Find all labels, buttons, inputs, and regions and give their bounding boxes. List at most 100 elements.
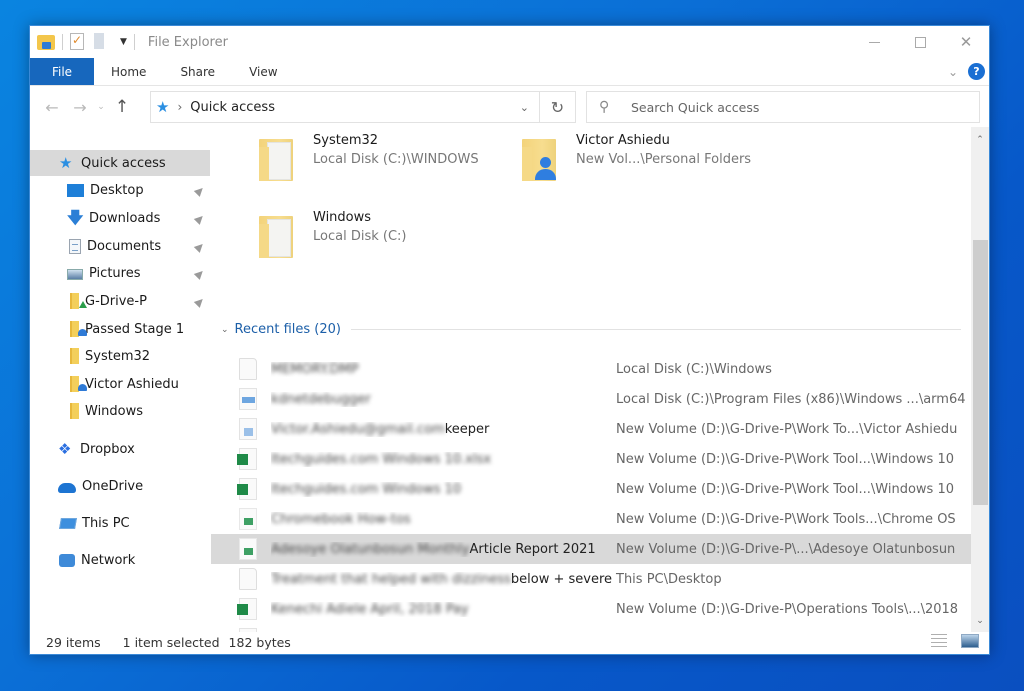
sidebar-item-label: Quick access xyxy=(81,155,166,171)
breadcrumb-separator-chevron-icon[interactable]: › xyxy=(177,100,182,114)
up-button[interactable]: ↑ xyxy=(108,97,136,117)
customize-toolbar-dropdown[interactable]: ▼ xyxy=(120,37,127,47)
new-folder-button[interactable] xyxy=(94,33,112,51)
sidebar-item-pictures[interactable]: Pictures ▲ xyxy=(30,260,210,286)
tab-home[interactable]: Home xyxy=(94,58,163,85)
new-folder-icon xyxy=(94,33,104,49)
title-bar: ▼ File Explorer ✕ xyxy=(30,26,989,58)
properties-button[interactable] xyxy=(70,33,88,51)
file-path: New Volume (D:)\G-Drive-P\...\Adesoye Ol… xyxy=(616,541,956,557)
sidebar-item-onedrive[interactable]: OneDrive xyxy=(30,473,210,499)
ribbon-right-controls: ⌄ ? xyxy=(948,58,989,85)
sidebar-item-label: Windows xyxy=(85,403,144,419)
sidebar-item-victor-ashiedu[interactable]: Victor Ashiedu xyxy=(30,371,210,397)
recent-locations-dropdown[interactable]: ⌄ xyxy=(94,102,108,112)
sidebar-item-system32[interactable]: System32 xyxy=(30,343,210,369)
scroll-up-button[interactable]: ⌃ xyxy=(971,131,989,149)
folder-tile-system32[interactable]: System32 Local Disk (C:)\WINDOWS xyxy=(259,133,479,181)
breadcrumb-quick-access[interactable]: Quick access xyxy=(190,100,275,115)
file-explorer-window: ▼ File Explorer ✕ File Home Share View ⌄… xyxy=(29,25,990,655)
download-icon: 🡇 xyxy=(67,208,84,227)
sidebar-item-label: Downloads xyxy=(89,210,161,226)
scrollbar-thumb[interactable] xyxy=(973,240,988,506)
pin-icon[interactable]: ▲ xyxy=(192,293,207,308)
sidebar-item-label: OneDrive xyxy=(82,478,144,494)
sidebar-item-g-drive-p[interactable]: G-Drive-P ▲ xyxy=(30,288,210,314)
onedrive-icon xyxy=(58,482,76,493)
recent-file-row[interactable]: Itechguides.com Windows 10 New Volume (D… xyxy=(211,474,971,504)
sidebar-item-windows[interactable]: Windows xyxy=(30,398,210,424)
address-bar[interactable]: ★ › Quick access ⌄ xyxy=(150,91,540,123)
pin-icon[interactable]: ▲ xyxy=(192,182,207,197)
scroll-down-button[interactable]: ⌄ xyxy=(971,612,989,630)
network-icon xyxy=(59,554,75,567)
large-icons-view-icon[interactable] xyxy=(961,634,979,648)
sidebar-item-label: Documents xyxy=(87,238,162,254)
file-path: New Volume (D:)\G-Drive-P\Work To...\Vic… xyxy=(616,421,958,437)
forward-button[interactable]: → xyxy=(66,98,94,117)
file-name: Chromebook How-tos xyxy=(271,511,411,527)
tab-share[interactable]: Share xyxy=(163,58,232,85)
vertical-scrollbar[interactable]: ⌃ ⌄ xyxy=(971,127,989,632)
folder-tile-windows[interactable]: Windows Local Disk (C:) xyxy=(259,210,407,258)
sidebar-item-network[interactable]: Network xyxy=(30,547,210,573)
recent-file-row-selected[interactable]: Adesoye Olatunbosun Monthly Article Repo… xyxy=(211,534,971,564)
pin-icon[interactable]: ▲ xyxy=(192,238,207,253)
details-view-icon[interactable] xyxy=(931,634,947,649)
recent-file-row[interactable]: Itechguides.com Windows 10.xlsx New Volu… xyxy=(211,444,971,474)
file-name: Itechguides.com Windows 10 xyxy=(271,481,462,497)
pictures-icon xyxy=(67,268,83,280)
folder-name: System32 xyxy=(313,133,379,148)
folder-tile-victor-ashiedu[interactable]: Victor Ashiedu New Vol...\Personal Folde… xyxy=(522,133,752,181)
sidebar-item-passed-stage-1[interactable]: Passed Stage 1 xyxy=(30,316,210,342)
sidebar-item-label: This PC xyxy=(82,515,130,531)
recent-file-row[interactable]: MEMORY.DMP Local Disk (C:)\Windows xyxy=(211,354,971,384)
recent-files-header[interactable]: ⌄ Recent files (20) xyxy=(221,322,961,337)
spreadsheet-icon xyxy=(237,598,257,620)
sidebar-item-label: Dropbox xyxy=(80,441,135,457)
recent-file-row[interactable]: Victor.Ashiedu@gmail.com keeper New Volum… xyxy=(211,414,971,444)
quick-access-toolbar: ▼ xyxy=(30,26,142,58)
expand-ribbon-button[interactable]: ⌄ xyxy=(948,65,958,79)
close-button[interactable]: ✕ xyxy=(943,26,989,58)
pin-icon[interactable]: ▲ xyxy=(192,265,207,280)
close-icon: ✕ xyxy=(959,33,973,51)
sidebar-item-dropbox[interactable]: ❖ Dropbox xyxy=(30,436,210,462)
sidebar-item-label: G-Drive-P xyxy=(85,293,147,309)
recent-file-row[interactable]: Kenechi Adiele April, 2018 Pay New Volum… xyxy=(211,594,971,624)
sidebar-item-label: Pictures xyxy=(89,265,141,281)
sidebar-item-documents[interactable]: Documents ▲ xyxy=(30,233,210,259)
search-box[interactable]: ⚲ xyxy=(586,91,980,123)
tab-file[interactable]: File xyxy=(30,58,94,85)
pin-icon[interactable]: ▲ xyxy=(192,210,207,225)
address-history-dropdown-chevron-icon[interactable]: ⌄ xyxy=(520,101,529,114)
sidebar-item-downloads[interactable]: 🡇 Downloads ▲ xyxy=(30,205,210,231)
sidebar-item-quick-access[interactable]: ★ Quick access xyxy=(30,150,210,176)
search-input[interactable] xyxy=(631,99,931,115)
file-name: Treatment that helped with dizziness bel… xyxy=(271,571,616,587)
sidebar-item-label: Victor Ashiedu xyxy=(85,376,179,392)
tab-view[interactable]: View xyxy=(232,58,294,85)
recent-file-row[interactable]: kdnetdebugger Local Disk (C:)\Program Fi… xyxy=(211,384,971,414)
navigation-pane: ★ Quick access Desktop ▲ 🡇 Downloads ▲ D… xyxy=(30,127,210,632)
folder-location: Local Disk (C:) xyxy=(313,229,407,244)
recent-file-row[interactable]: Treatment that helped with dizziness bel… xyxy=(211,564,971,594)
folder-location: New Vol...\Personal Folders xyxy=(576,152,752,167)
sheet-shortcut-icon xyxy=(239,538,257,560)
minimize-icon xyxy=(868,41,880,43)
help-icon[interactable]: ? xyxy=(968,63,985,80)
file-path: New Volume (D:)\G-Drive-P\Operations Too… xyxy=(616,601,959,617)
file-name: Kenechi Adiele April, 2018 Pay xyxy=(271,601,469,617)
back-button[interactable]: ← xyxy=(38,98,66,117)
collapse-chevron-icon[interactable]: ⌄ xyxy=(221,325,229,335)
sidebar-item-this-pc[interactable]: This PC xyxy=(30,510,210,536)
file-path: New Volume (D:)\G-Drive-P\Work Tools...\… xyxy=(616,511,956,527)
recent-file-row[interactable]: Chromebook How-tos New Volume (D:)\G-Dri… xyxy=(211,504,971,534)
refresh-button[interactable]: ↻ xyxy=(540,91,576,123)
minimize-button[interactable] xyxy=(851,26,897,58)
sidebar-item-desktop[interactable]: Desktop ▲ xyxy=(30,177,210,203)
maximize-button[interactable] xyxy=(897,26,943,58)
search-icon: ⚲ xyxy=(599,99,610,115)
gdrive-folder-icon xyxy=(70,293,87,309)
spreadsheet-icon xyxy=(237,478,257,500)
